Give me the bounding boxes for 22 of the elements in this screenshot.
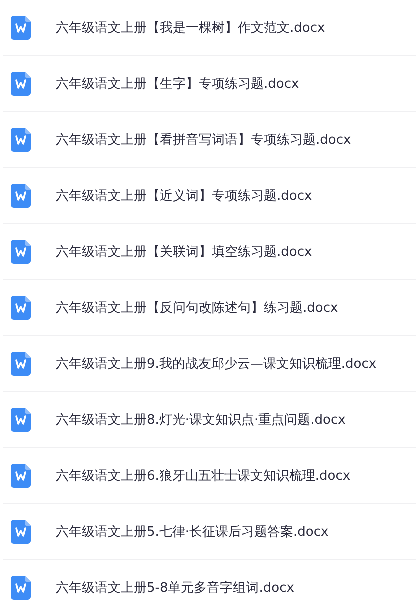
file-name[interactable]: 六年级语文上册8.灯光·课文知识点·重点问题.docx — [56, 410, 346, 428]
word-document-icon — [11, 72, 31, 96]
file-name[interactable]: 六年级语文上册5-8单元多音字组词.docx — [56, 578, 294, 596]
word-document-icon — [11, 408, 31, 432]
file-name[interactable]: 六年级语文上册【近义词】专项练习题.docx — [56, 186, 312, 204]
file-name[interactable]: 六年级语文上册【反问句改陈述句】练习题.docx — [56, 298, 338, 316]
word-document-icon — [11, 352, 31, 376]
file-name[interactable]: 六年级语文上册【看拼音写词语】专项练习题.docx — [56, 130, 352, 148]
file-name[interactable]: 六年级语文上册9.我的战友邱少云—课文知识梳理.docx — [56, 354, 377, 372]
file-name[interactable]: 六年级语文上册5.七律·长征课后习题答案.docx — [56, 522, 329, 540]
file-name[interactable]: 六年级语文上册【生字】专项练习题.docx — [56, 74, 300, 92]
word-document-icon — [11, 16, 31, 40]
word-document-icon — [11, 296, 31, 320]
word-document-icon — [11, 464, 31, 488]
word-document-icon — [11, 520, 31, 544]
word-document-icon — [11, 240, 31, 264]
file-name[interactable]: 六年级语文上册【关联词】填空练习题.docx — [56, 242, 312, 260]
file-name[interactable]: 六年级语文上册6.狼牙山五壮士课文知识梳理.docx — [56, 466, 351, 484]
file-name[interactable]: 六年级语文上册【我是一棵树】作文范文.docx — [56, 18, 326, 36]
word-document-icon — [11, 184, 31, 208]
word-document-icon — [11, 128, 31, 152]
word-document-icon — [11, 576, 31, 600]
